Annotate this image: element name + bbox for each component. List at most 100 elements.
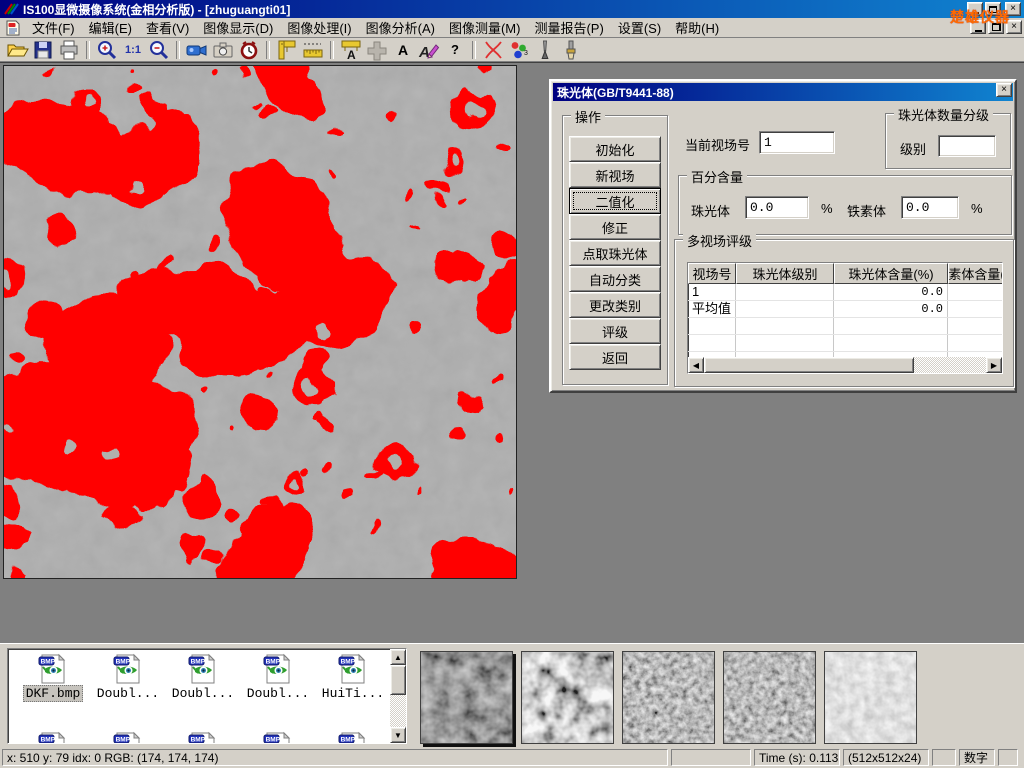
pearlite-percent-input[interactable] [745, 196, 809, 219]
menu-image-analysis[interactable]: 图像分析(A) [359, 16, 442, 39]
rate-button[interactable]: 评级 [569, 318, 661, 344]
help-icon[interactable]: ? [442, 39, 468, 61]
particle-count-icon[interactable]: 3 [506, 39, 532, 61]
file-scrollbar-thumb[interactable] [390, 665, 406, 695]
file-item[interactable]: BMP [243, 731, 313, 744]
status-size: (512x512x24) [843, 749, 929, 766]
file-vertical-scrollbar[interactable]: ▲ ▼ [390, 649, 406, 743]
file-browser[interactable]: BMPDKF.bmpBMPDoubl...BMPDoubl...BMPDoubl… [7, 648, 407, 744]
menu-help[interactable]: 帮助(H) [668, 16, 726, 39]
svg-text:BMP: BMP [266, 737, 281, 744]
scroll-right-button[interactable]: ▶ [986, 357, 1002, 373]
child-restore-button[interactable] [988, 20, 1004, 34]
print-icon[interactable] [56, 39, 82, 61]
operation-group-label: 操作 [571, 107, 605, 126]
thumbnail-image[interactable] [521, 651, 614, 744]
file-item[interactable]: BMP [168, 731, 238, 744]
pick-pearlite-button[interactable]: 点取珠光体 [569, 240, 661, 266]
menu-image-measure[interactable]: 图像测量(M) [442, 16, 528, 39]
scrollbar-thumb[interactable] [704, 357, 914, 373]
table-header-2: 珠光体含量(%) [834, 263, 948, 284]
merge-icon[interactable] [364, 39, 390, 61]
svg-text:BMP: BMP [116, 659, 131, 666]
current-field-label: 当前视场号 [685, 135, 750, 154]
table-header-3: 铁素体含量(%) [948, 263, 1003, 284]
file-item[interactable]: BMP [318, 731, 388, 744]
document-icon[interactable] [5, 20, 21, 36]
file-item[interactable]: BMP [93, 731, 163, 744]
pen-icon[interactable] [532, 39, 558, 61]
ferrite-percent-input[interactable] [901, 196, 959, 219]
zoom-out-icon[interactable] [146, 39, 172, 61]
save-icon[interactable] [30, 39, 56, 61]
binarize-button[interactable]: 二值化 [569, 188, 661, 214]
auto-classify-button[interactable]: 自动分类 [569, 266, 661, 292]
pearlite-percent-sign: % [821, 201, 833, 216]
menu-file[interactable]: 文件(F) [25, 16, 82, 39]
file-item[interactable]: BMP DKF.bmp [18, 653, 88, 702]
table-row[interactable]: 10.0 [688, 284, 1002, 301]
status-bar: x: 510 y: 79 idx: 0 RGB: (174, 174, 174)… [0, 747, 1024, 768]
scroll-down-button[interactable]: ▼ [390, 727, 406, 743]
status-blank [932, 749, 956, 766]
thumbnail-image[interactable] [723, 651, 816, 744]
menu-image-display[interactable]: 图像显示(D) [196, 16, 280, 39]
table-row[interactable] [688, 335, 1002, 352]
svg-text:BMP: BMP [41, 659, 56, 666]
minimize-button[interactable] [967, 2, 983, 16]
change-class-button[interactable]: 更改类别 [569, 292, 661, 318]
current-field-input[interactable] [759, 131, 835, 154]
close-button[interactable]: × [1005, 2, 1021, 16]
file-item[interactable]: BMPDoubl... [168, 653, 238, 701]
text-icon[interactable]: A [390, 39, 416, 61]
annotate-icon[interactable]: A [416, 39, 442, 61]
svg-text:BMP: BMP [341, 737, 356, 744]
camera-icon[interactable] [210, 39, 236, 61]
initialize-button[interactable]: 初始化 [569, 136, 661, 162]
file-item[interactable]: BMPDoubl... [93, 653, 163, 701]
thumbnail-image[interactable] [824, 651, 917, 744]
file-name: DKF.bmp [23, 685, 84, 702]
new-field-button[interactable]: 新视场 [569, 162, 661, 188]
return-button[interactable]: 返回 [569, 344, 661, 370]
table-row[interactable]: 平均值0.0 [688, 301, 1002, 318]
zoom-in-icon[interactable] [94, 39, 120, 61]
table-row[interactable] [688, 318, 1002, 335]
menu-measure-report[interactable]: 测量报告(P) [527, 16, 610, 39]
thumbnail-image[interactable] [420, 651, 513, 744]
file-name: Doubl... [245, 686, 311, 701]
scroll-left-button[interactable]: ◀ [688, 357, 704, 373]
menu-view[interactable]: 查看(V) [139, 16, 196, 39]
menu-image-process[interactable]: 图像处理(I) [280, 16, 358, 39]
actual-size-icon[interactable]: 1:1 [120, 39, 146, 61]
brush-icon[interactable] [558, 39, 584, 61]
svg-text:A: A [347, 48, 356, 61]
svg-text:BMP: BMP [191, 737, 206, 744]
maximize-button[interactable] [985, 2, 1001, 16]
file-item[interactable]: BMPDoubl... [243, 653, 313, 701]
file-item[interactable]: BMPHuiTi... [318, 653, 388, 701]
child-minimize-button[interactable] [970, 20, 986, 34]
ruler-icon[interactable] [300, 39, 326, 61]
child-close-button[interactable]: × [1006, 20, 1022, 34]
caliper-icon[interactable] [274, 39, 300, 61]
open-icon[interactable] [4, 39, 30, 61]
menu-settings[interactable]: 设置(S) [611, 16, 668, 39]
window-title: IS100显微摄像系统(金相分析版) - [zhuguangti01] [23, 1, 290, 18]
scrollbar-track[interactable] [914, 357, 986, 373]
thumbnail-image[interactable] [622, 651, 715, 744]
modify-button[interactable]: 修正 [569, 214, 661, 240]
metallographic-image[interactable] [3, 65, 517, 579]
dialog-close-button[interactable]: × [996, 83, 1012, 97]
measure-label-icon[interactable]: A [338, 39, 364, 61]
curve-split-icon[interactable] [480, 39, 506, 61]
dialog-title: 珠光体(GB/T9441-88) [557, 84, 674, 101]
table-horizontal-scrollbar[interactable]: ◀ ▶ [688, 357, 1002, 373]
status-position: x: 510 y: 79 idx: 0 RGB: (174, 174, 174) [2, 749, 668, 766]
scroll-up-button[interactable]: ▲ [390, 649, 406, 665]
grade-input[interactable] [938, 135, 996, 157]
menu-edit[interactable]: 编辑(E) [82, 16, 139, 39]
timer-clock-icon[interactable] [236, 39, 262, 61]
file-item[interactable]: BMP [18, 731, 88, 744]
video-camera-icon[interactable] [184, 39, 210, 61]
